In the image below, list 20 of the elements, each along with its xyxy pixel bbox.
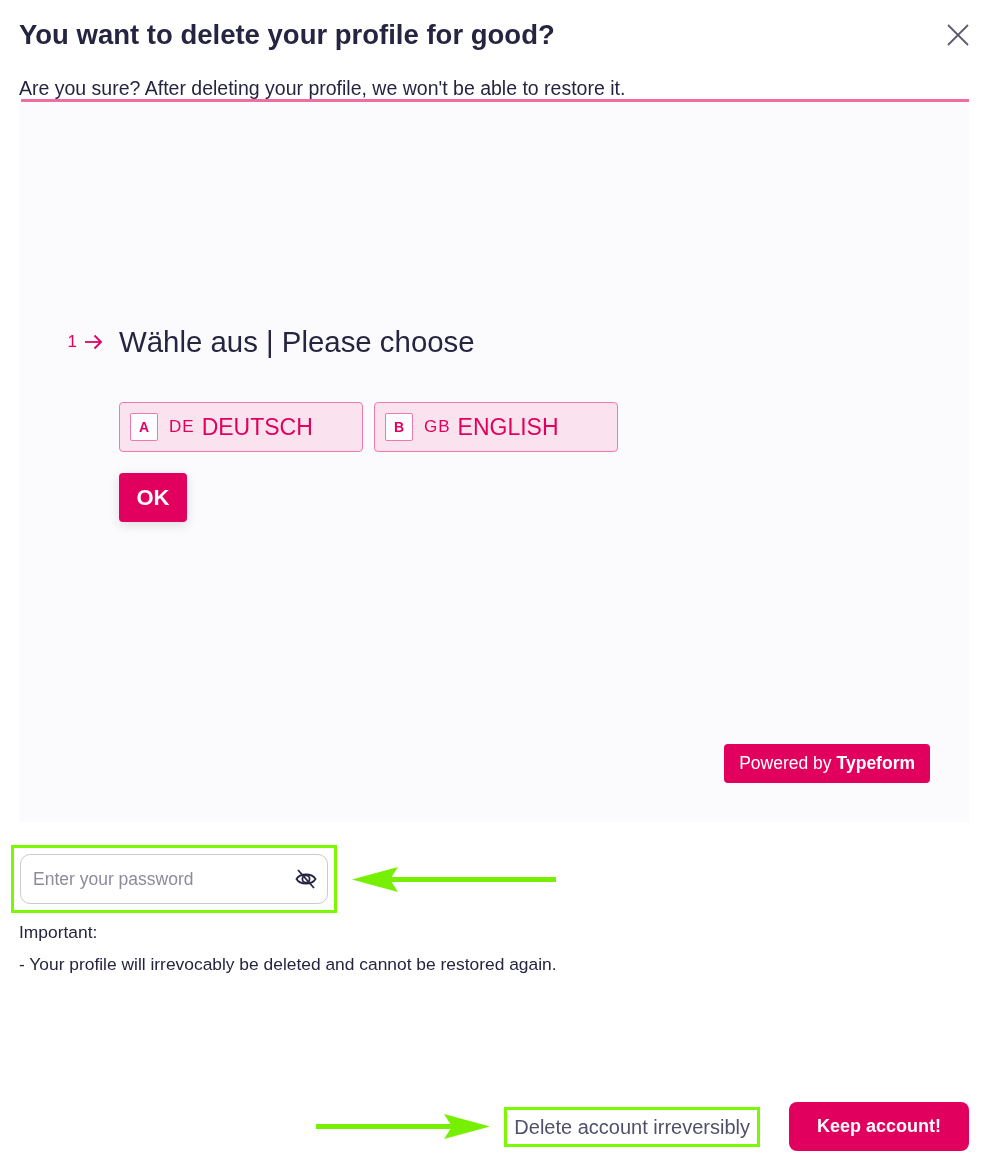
notice-text: - Your profile will irrevocably be deleted and cannot be restored again. — [19, 954, 558, 975]
password-field[interactable]: Enter your password — [20, 854, 328, 904]
dialog-title: You want to delete your profile for good? — [19, 18, 555, 52]
dialog-subtitle: Are you sure? After deleting your profile, we won't be able to restore it. — [19, 77, 627, 99]
choice-key: B — [385, 413, 413, 441]
flag-code: GB — [424, 417, 451, 437]
question-text: Wähle aus | Please choose — [119, 324, 475, 360]
choice-key: A — [130, 413, 158, 441]
arrow-right-icon — [84, 334, 103, 350]
ok-button[interactable]: OK — [119, 473, 187, 522]
keep-account-button[interactable]: Keep account! — [789, 1102, 969, 1151]
choice-option[interactable]: A DE DEUTSCH — [119, 402, 363, 452]
notice-heading: Important: — [19, 922, 99, 943]
choice-option[interactable]: B GB ENGLISH — [374, 402, 618, 452]
close-icon[interactable] — [947, 24, 969, 46]
eye-slash-icon[interactable] — [295, 868, 317, 890]
question-number: 1 — [67, 332, 77, 352]
delete-account-link[interactable]: Delete account irreversibly — [513, 1115, 751, 1138]
flag-code: DE — [169, 417, 195, 437]
powered-by-badge[interactable]: Powered by Typeform — [724, 744, 930, 783]
